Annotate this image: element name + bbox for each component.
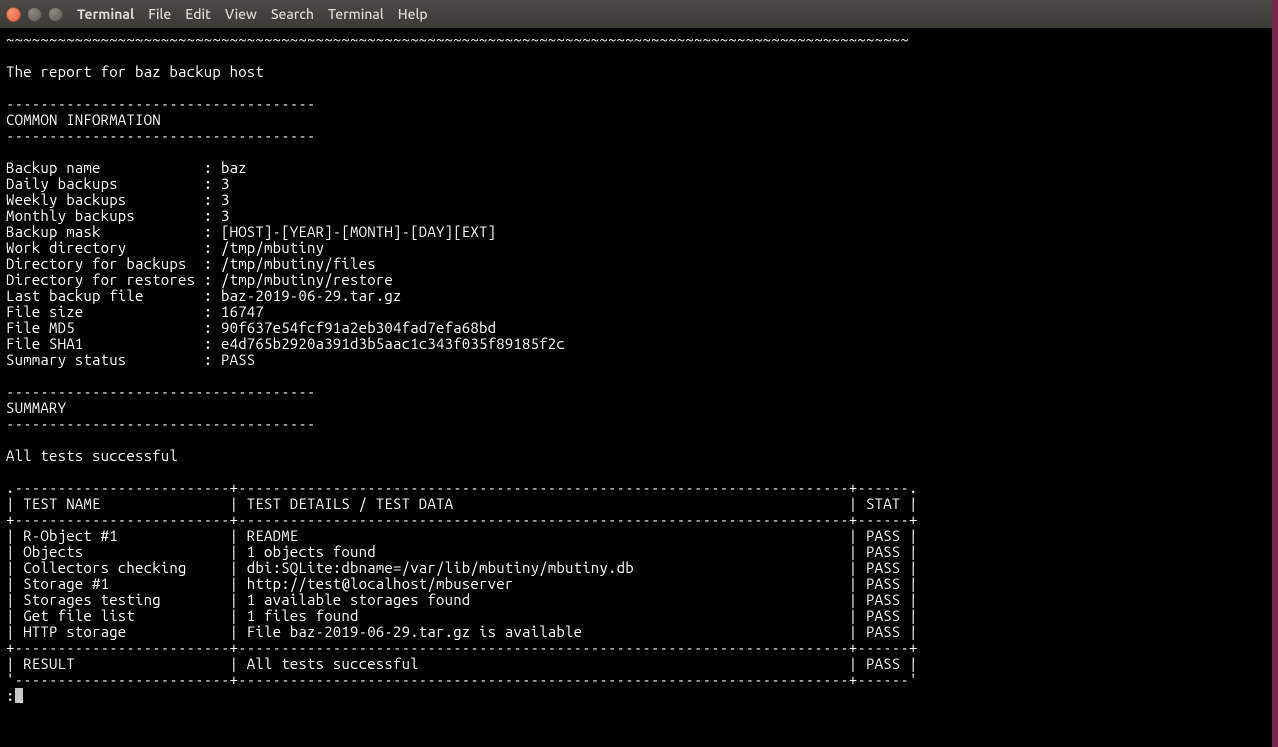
menu-edit[interactable]: Edit: [185, 6, 211, 22]
close-icon[interactable]: [6, 7, 21, 22]
menu-help[interactable]: Help: [398, 6, 428, 22]
window-titlebar: Terminal File Edit View Search Terminal …: [0, 0, 1278, 28]
desktop-edge: [1272, 0, 1278, 747]
text-cursor: [15, 688, 23, 703]
menu-view[interactable]: View: [225, 6, 257, 22]
menu-search[interactable]: Search: [271, 6, 314, 22]
terminal-output: ~~~~~~~~~~~~~~~~~~~~~~~~~~~~~~~~~~~~~~~~…: [6, 32, 1272, 688]
maximize-icon[interactable]: [48, 7, 63, 22]
menu-file[interactable]: File: [148, 6, 171, 22]
app-label: Terminal: [77, 6, 134, 22]
menu-terminal[interactable]: Terminal: [328, 6, 384, 22]
terminal-viewport[interactable]: ~~~~~~~~~~~~~~~~~~~~~~~~~~~~~~~~~~~~~~~~…: [0, 28, 1278, 704]
pager-prompt[interactable]: :: [6, 688, 1272, 704]
minimize-icon[interactable]: [27, 7, 42, 22]
menubar: Terminal File Edit View Search Terminal …: [77, 6, 428, 22]
prompt-char: :: [6, 687, 15, 704]
window-controls: [6, 7, 63, 22]
